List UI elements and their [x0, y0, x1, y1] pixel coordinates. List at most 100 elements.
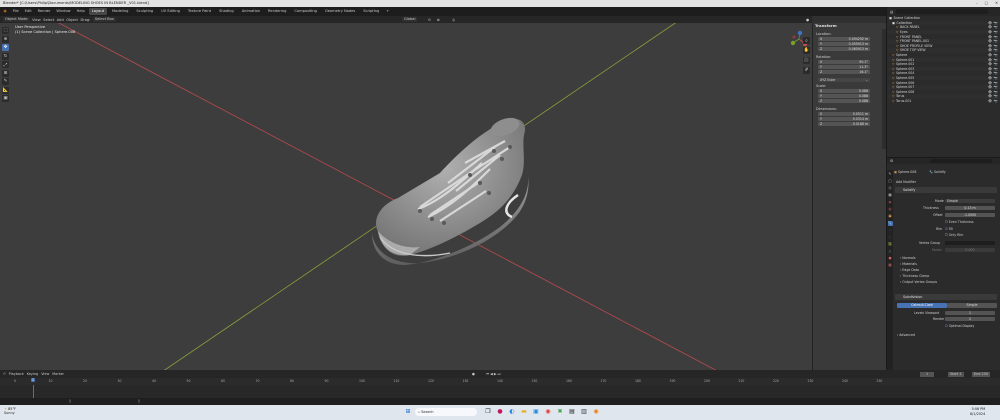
- ortho-grid-icon[interactable]: #: [803, 67, 810, 74]
- modifier-tab-icon[interactable]: 🔧: [887, 221, 893, 226]
- timeline-editor-icon[interactable]: ⏱: [3, 370, 6, 378]
- particles-tab-icon[interactable]: ∴: [888, 228, 893, 233]
- location-z-field[interactable]: Z 0.065913 m: [818, 47, 870, 51]
- render-tab-icon[interactable]: ▢: [888, 179, 893, 184]
- menu-help[interactable]: Help: [75, 7, 86, 16]
- scale-icon[interactable]: ⤢: [2, 61, 9, 68]
- object-tab-icon[interactable]: ▣: [888, 214, 893, 219]
- workspace-tab-geometry-nodes[interactable]: Geometry Nodes: [322, 8, 357, 15]
- task-view-icon[interactable]: ❐: [484, 408, 492, 416]
- offset-field[interactable]: -1.0000: [945, 212, 995, 217]
- view-layer-tab-icon[interactable]: ▦: [888, 193, 893, 198]
- workspace-tab-scripting[interactable]: Scripting: [361, 8, 382, 15]
- zoom-icon[interactable]: ⌕: [803, 37, 810, 44]
- blender-logo-icon[interactable]: ◉: [2, 7, 8, 16]
- rotation-mode-dropdown[interactable]: XYZ Euler ⌄: [818, 78, 870, 82]
- levels-viewport-field[interactable]: 1: [945, 310, 995, 315]
- properties-editor-icon[interactable]: ⚙: [890, 159, 893, 163]
- keying-menu[interactable]: Keying: [27, 370, 38, 378]
- menu-file[interactable]: File: [11, 7, 20, 16]
- marker-menu[interactable]: Marker: [52, 370, 64, 378]
- timeline-body[interactable]: [0, 385, 1000, 398]
- view-menu[interactable]: View: [32, 18, 41, 22]
- proportional-edit-icon[interactable]: ◎: [452, 18, 455, 22]
- dimensions-x-field[interactable]: X 0.0511 m: [818, 112, 870, 116]
- 3d-viewport[interactable]: [0, 23, 812, 370]
- drag-dropdown[interactable]: Select Box: [92, 16, 116, 23]
- output-vertex-groups-subpanel[interactable]: › Output Vertex Groups: [900, 280, 937, 284]
- camera-view-icon[interactable]: 🎥: [803, 57, 810, 64]
- menu-render[interactable]: Render: [36, 7, 52, 16]
- workspace-tab-texture-paint[interactable]: Texture Paint: [185, 8, 213, 15]
- scale-z-field[interactable]: Z 0.088: [818, 99, 870, 103]
- even-thickness-checkbox[interactable]: ☐ Even Thickness: [945, 220, 974, 224]
- workspace-tab-sculpting[interactable]: Sculpting: [134, 8, 156, 15]
- transform-icon[interactable]: ⊞: [2, 69, 9, 77]
- normals-subpanel[interactable]: › Normals: [900, 256, 916, 260]
- workspace-tab-animation[interactable]: Animation: [239, 8, 262, 15]
- add-cube-icon[interactable]: ▣: [2, 95, 9, 102]
- store-icon[interactable]: ▣: [532, 408, 540, 416]
- workspace-tab-uv-editing[interactable]: UV Editing: [159, 8, 183, 15]
- current-frame-marker[interactable]: 1: [31, 378, 35, 382]
- optimal-display-checkbox[interactable]: ☑ Optimal Display: [945, 324, 974, 328]
- add-modifier-button[interactable]: Add Modifier: [896, 180, 916, 184]
- mode-dropdown[interactable]: Simple: [945, 198, 995, 203]
- current-frame-field[interactable]: 1: [920, 371, 935, 377]
- scale-y-field[interactable]: Y 0.088: [818, 94, 870, 98]
- object-menu[interactable]: Object: [66, 18, 78, 22]
- outliner-search-input[interactable]: [896, 9, 988, 14]
- pan-hand-icon[interactable]: ✋: [803, 47, 810, 54]
- properties-search-input[interactable]: [930, 159, 993, 163]
- rotate-icon[interactable]: ↻: [2, 52, 9, 60]
- visibility-eye-icon[interactable]: 👁: [988, 99, 992, 103]
- scale-x-field[interactable]: X 0.088: [818, 89, 870, 93]
- clock[interactable]: 5:06 PM 8/1/2024: [970, 407, 985, 416]
- rotation-x-field[interactable]: X 90.1°: [818, 60, 870, 64]
- terminal-icon[interactable]: ▤: [568, 408, 576, 416]
- location-y-field[interactable]: Y 0.055913 m: [818, 42, 870, 46]
- end-frame-field[interactable]: End 250: [972, 371, 991, 377]
- dimensions-z-field[interactable]: Z 0.0188 m: [818, 122, 870, 126]
- scene-tab-icon[interactable]: ◈: [888, 200, 893, 205]
- edge-icon[interactable]: ◐: [508, 408, 516, 416]
- pivot-icon[interactable]: ⊙: [428, 18, 431, 22]
- start-frame-field[interactable]: Start 1: [948, 371, 964, 377]
- dimensions-y-field[interactable]: Y 0.0314 m: [818, 117, 870, 121]
- select-icon[interactable]: ⬚: [2, 27, 9, 34]
- move-icon[interactable]: ✥: [2, 44, 9, 51]
- workspace-tab-shading[interactable]: Shading: [217, 8, 237, 15]
- materials-subpanel[interactable]: › Materials: [900, 262, 917, 266]
- catmull-clark-tab[interactable]: Catmull-Clark: [897, 303, 947, 308]
- maximize-button[interactable]: □: [985, 0, 988, 7]
- location-x-field[interactable]: X 0.094292 m: [818, 37, 870, 41]
- cursor-icon[interactable]: ⊕: [2, 35, 9, 43]
- workspace-tab-compositing[interactable]: Compositing: [292, 8, 320, 15]
- workspace-tab-modeling[interactable]: Modeling: [110, 8, 131, 15]
- add-workspace-icon[interactable]: +: [385, 7, 391, 16]
- texture-tab-icon[interactable]: ▩: [888, 263, 893, 268]
- weather-widget[interactable]: ☀ 85°F Sunny: [4, 407, 16, 415]
- outliner-filter-icon[interactable]: ▤: [890, 10, 893, 14]
- chrome-icon[interactable]: ◉: [544, 408, 552, 416]
- data-tab-icon[interactable]: △: [888, 249, 893, 254]
- start-icon[interactable]: ⊞: [404, 408, 412, 416]
- playback-menu[interactable]: Playback: [9, 370, 24, 378]
- rotation-z-field[interactable]: Z 16.1°: [818, 70, 870, 74]
- render-levels-field[interactable]: 2: [945, 316, 995, 321]
- timeline-ruler[interactable]: 0 10 20 30 40 50 60 70 80 90 100 110 120 130 140 150 160…: [0, 378, 1000, 385]
- menu-edit[interactable]: Edit: [23, 7, 33, 16]
- xbox-icon[interactable]: ✖: [556, 408, 564, 416]
- blender-taskbar-icon[interactable]: ◉: [592, 408, 600, 416]
- thickness-clamp-subpanel[interactable]: › Thickness Clamp: [900, 274, 929, 278]
- edge-data-subpanel[interactable]: › Edge Data: [900, 268, 919, 272]
- file-explorer-icon[interactable]: ▬: [520, 408, 528, 416]
- taskbar-search-box[interactable]: ⌕ Search: [415, 408, 477, 416]
- constraints-tab-icon[interactable]: ⛓: [888, 242, 893, 247]
- minimize-button[interactable]: –: [976, 0, 978, 7]
- workspace-tab-layout[interactable]: Layout: [89, 8, 107, 15]
- snap-icon[interactable]: ⧉: [437, 18, 440, 22]
- advanced-subpanel[interactable]: › Advanced: [897, 333, 915, 337]
- tool-tab-icon[interactable]: ✎: [888, 172, 893, 177]
- measure-icon[interactable]: 📐: [2, 86, 9, 94]
